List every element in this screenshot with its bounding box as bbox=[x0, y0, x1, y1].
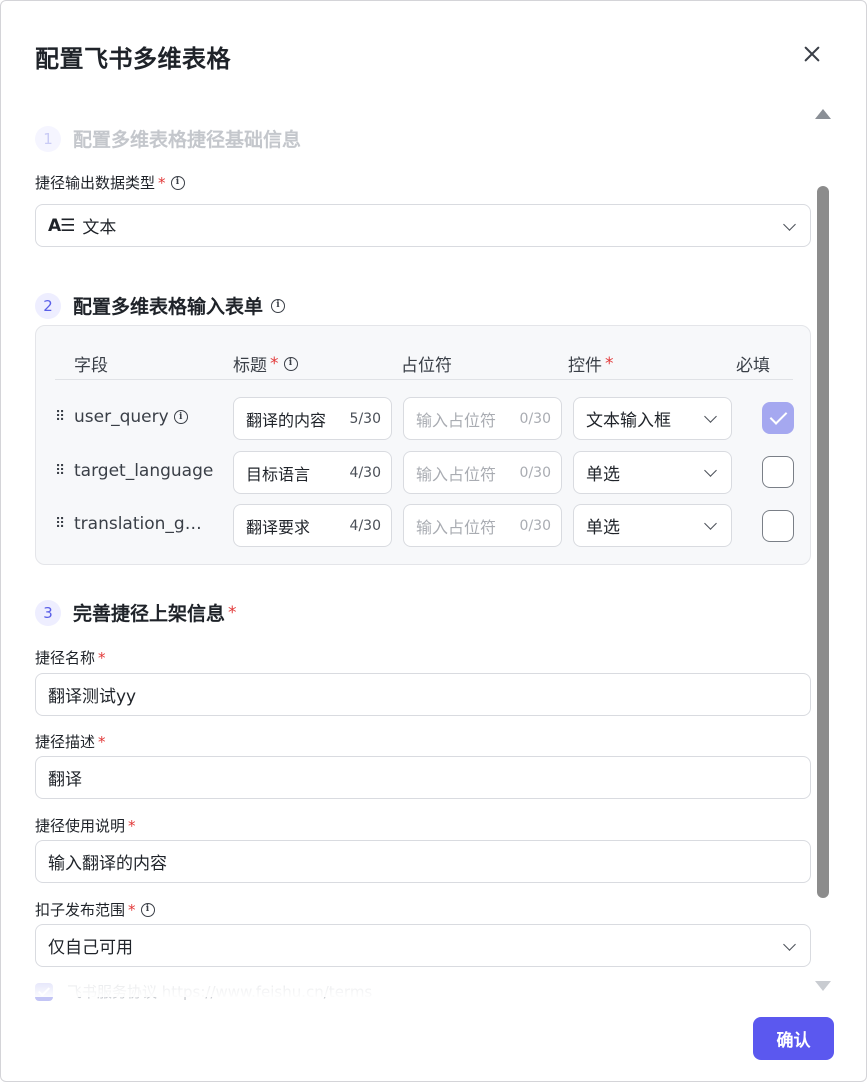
chevron-down-icon bbox=[783, 938, 796, 951]
char-count: 0/30 bbox=[519, 517, 551, 534]
shortcut-usage-label: 捷径使用说明 * bbox=[35, 815, 136, 836]
required-checkbox[interactable] bbox=[762, 402, 794, 434]
field-name-text: translation_g… bbox=[74, 514, 202, 534]
header-required: 必填 bbox=[736, 356, 770, 376]
shortcut-name-input[interactable]: 翻译测试yy bbox=[35, 673, 811, 716]
placeholder-input[interactable]: 输入占位符 0/30 bbox=[403, 504, 562, 547]
required-checkbox[interactable] bbox=[762, 510, 794, 542]
char-count: 4/30 bbox=[349, 464, 381, 481]
required-mark: * bbox=[128, 816, 136, 835]
title-input[interactable]: 翻译的内容 5/30 bbox=[233, 397, 392, 440]
scroll-up-arrow-icon[interactable] bbox=[815, 109, 831, 119]
scroll-down-arrow-icon[interactable] bbox=[815, 981, 831, 991]
header-field: 字段 bbox=[74, 356, 108, 376]
text-type-icon: A☰ bbox=[48, 215, 75, 236]
required-mark: * bbox=[228, 602, 237, 623]
header-divider bbox=[55, 379, 793, 380]
info-icon[interactable]: i bbox=[283, 356, 298, 371]
confirm-button[interactable]: 确认 bbox=[753, 1017, 834, 1060]
info-icon[interactable]: i bbox=[170, 175, 185, 190]
step-2-header: 2 配置多维表格输入表单 i bbox=[35, 292, 286, 319]
publish-scope-label: 扣子发布范围 * i bbox=[35, 899, 155, 920]
title-value: 翻译要求 bbox=[246, 517, 311, 537]
output-type-select[interactable]: A☰ 文本 bbox=[35, 204, 811, 247]
field-name-text: target_language bbox=[74, 461, 214, 481]
drag-handle-icon[interactable]: ⠿ bbox=[55, 516, 65, 532]
required-checkbox[interactable] bbox=[762, 456, 794, 488]
field-name: translation_g… bbox=[74, 514, 219, 534]
placeholder-hint: 输入占位符 bbox=[416, 464, 497, 484]
step-number: 2 bbox=[35, 292, 61, 319]
required-mark: * bbox=[98, 732, 106, 751]
step-3-header: 3 完善捷径上架信息 * bbox=[35, 599, 237, 626]
step-number: 3 bbox=[35, 599, 61, 626]
label-text: 扣子发布范围 bbox=[35, 901, 126, 919]
control-select[interactable]: 文本输入框 bbox=[573, 397, 732, 440]
placeholder-input[interactable]: 输入占位符 0/30 bbox=[403, 397, 562, 440]
char-count: 0/30 bbox=[519, 410, 551, 427]
field-name-text: user_query bbox=[74, 407, 169, 427]
char-count: 4/30 bbox=[349, 517, 381, 534]
placeholder-input[interactable]: 输入占位符 0/30 bbox=[403, 451, 562, 494]
info-icon[interactable]: i bbox=[271, 298, 286, 313]
step-title: 完善捷径上架信息 bbox=[73, 603, 226, 625]
header-control: 控件 * bbox=[568, 351, 614, 377]
required-mark: * bbox=[128, 900, 136, 919]
required-mark: * bbox=[158, 173, 166, 192]
chevron-down-icon bbox=[704, 517, 717, 530]
select-value: 仅自己可用 bbox=[48, 938, 133, 958]
scrollbar-thumb[interactable] bbox=[817, 186, 829, 898]
scroll-fade bbox=[1, 967, 811, 997]
step-number: 1 bbox=[35, 125, 61, 152]
char-count: 5/30 bbox=[349, 410, 381, 427]
info-icon[interactable]: i bbox=[140, 902, 155, 917]
chevron-down-icon bbox=[704, 410, 717, 423]
info-icon[interactable]: i bbox=[173, 410, 188, 424]
label-text: 捷径使用说明 bbox=[35, 817, 126, 835]
placeholder-hint: 输入占位符 bbox=[416, 517, 497, 537]
step-title: 配置多维表格输入表单 bbox=[73, 296, 264, 318]
required-mark: * bbox=[98, 648, 106, 667]
shortcut-desc-input[interactable]: 翻译 bbox=[35, 756, 811, 799]
header-title-text: 标题 bbox=[233, 356, 267, 376]
step-title: 配置多维表格捷径基础信息 bbox=[73, 129, 302, 151]
control-value: 单选 bbox=[586, 465, 620, 485]
select-value: 文本 bbox=[82, 218, 117, 238]
header-title: 标题 * i bbox=[233, 351, 298, 376]
title-input[interactable]: 翻译要求 4/30 bbox=[233, 504, 392, 547]
control-select[interactable]: 单选 bbox=[573, 504, 732, 547]
output-type-label: 捷径输出数据类型 * i bbox=[35, 172, 185, 193]
shortcut-usage-input[interactable]: 输入翻译的内容 bbox=[35, 840, 811, 883]
title-value: 翻译的内容 bbox=[246, 410, 327, 430]
shortcut-name-label: 捷径名称 * bbox=[35, 647, 106, 668]
chevron-down-icon bbox=[704, 464, 717, 477]
control-select[interactable]: 单选 bbox=[573, 451, 732, 494]
field-name: user_query i bbox=[74, 407, 219, 427]
header-control-text: 控件 bbox=[568, 356, 602, 376]
title-input[interactable]: 目标语言 4/30 bbox=[233, 451, 392, 494]
placeholder-hint: 输入占位符 bbox=[416, 410, 497, 430]
control-value: 文本输入框 bbox=[586, 411, 671, 431]
step-1-header: 1 配置多维表格捷径基础信息 bbox=[35, 125, 301, 152]
control-value: 单选 bbox=[586, 518, 620, 538]
field-name: target_language bbox=[74, 461, 219, 481]
drag-handle-icon[interactable]: ⠿ bbox=[55, 409, 65, 425]
header-placeholder: 占位符 bbox=[401, 356, 452, 376]
drag-handle-icon[interactable]: ⠿ bbox=[55, 463, 65, 479]
char-count: 0/30 bbox=[519, 464, 551, 481]
title-value: 目标语言 bbox=[246, 464, 311, 484]
label-text: 捷径名称 bbox=[35, 649, 96, 667]
label-text: 捷径描述 bbox=[35, 733, 96, 751]
dialog-content[interactable]: 1 配置多维表格捷径基础信息 捷径输出数据类型 * i A☰ 文本 2 配置多维… bbox=[1, 1, 866, 1001]
config-dialog: 配置飞书多维表格 1 配置多维表格捷径基础信息 捷径输出数据类型 * i A☰ … bbox=[0, 0, 867, 1082]
shortcut-desc-label: 捷径描述 * bbox=[35, 731, 106, 752]
publish-scope-select[interactable]: 仅自己可用 bbox=[35, 924, 811, 967]
required-mark: * bbox=[270, 353, 279, 374]
chevron-down-icon bbox=[783, 218, 796, 231]
required-mark: * bbox=[605, 353, 614, 374]
label-text: 捷径输出数据类型 bbox=[35, 174, 156, 192]
